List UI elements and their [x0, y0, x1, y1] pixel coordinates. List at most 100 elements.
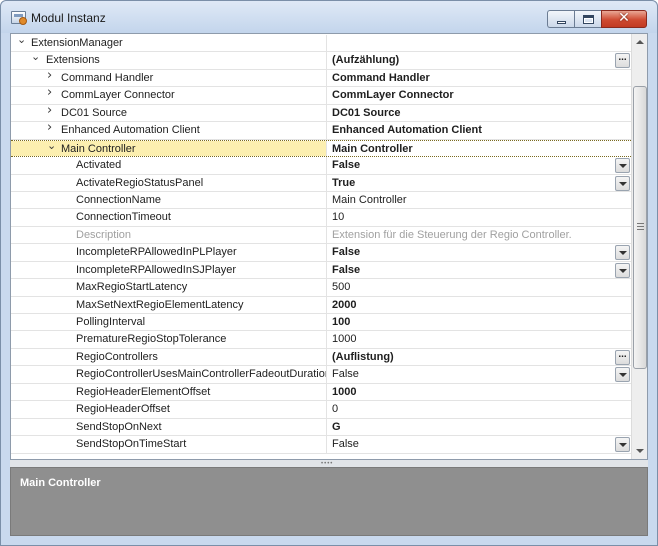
dropdown-arrow-icon[interactable] [615, 245, 630, 261]
property-row[interactable]: RegioControllers (Auflistung)... [11, 348, 631, 367]
property-name-cell[interactable]: Description [11, 226, 327, 244]
dropdown-arrow-icon[interactable] [615, 262, 630, 278]
property-name-cell[interactable]: MaxSetNextRegioElementLatency [11, 296, 327, 313]
property-row[interactable]: › CommLayer Connector CommLayer Connector [11, 87, 631, 105]
property-name-cell[interactable]: ActivateRegioStatusPanel [11, 174, 327, 191]
property-name-cell[interactable]: IncompleteRPAllowedInPLPlayer [11, 244, 327, 261]
scroll-down-arrow-icon[interactable] [632, 442, 647, 459]
property-row[interactable]: › DC01 Source DC01 Source [11, 104, 631, 123]
property-value: Command Handler [332, 71, 430, 84]
property-value-cell[interactable]: (Auflistung)... [328, 349, 631, 365]
property-value-cell[interactable]: False [328, 436, 631, 453]
property-row[interactable]: › Command Handler Command Handler [11, 69, 631, 88]
property-value-cell[interactable]: 500 [328, 279, 631, 295]
property-name-cell[interactable]: ⌄ Extensions [11, 52, 327, 69]
property-name-cell[interactable]: ⌄ ExtensionManager [11, 35, 327, 52]
property-value-cell[interactable]: False [328, 262, 631, 278]
property-value: Extension für die Steuerung der Regio Co… [332, 228, 572, 241]
property-value-cell[interactable]: Extension für die Steuerung der Regio Co… [328, 227, 631, 243]
property-name: Description [76, 228, 132, 241]
property-name-cell[interactable]: ConnectionName [11, 191, 327, 209]
property-value-cell[interactable]: 100 [328, 314, 631, 330]
property-name-cell[interactable]: ⌄ Main Controller [11, 140, 327, 157]
property-row[interactable]: RegioHeaderOffset 0 [11, 401, 631, 419]
property-row[interactable]: ⌄ ExtensionManager [11, 35, 631, 53]
chevron-right-icon[interactable]: › [47, 122, 56, 134]
property-value-cell[interactable]: DC01 Source [328, 105, 631, 121]
property-row[interactable]: ⌄ Extensions (Aufzählung)... [11, 52, 631, 70]
property-value-cell[interactable] [328, 35, 631, 51]
property-row[interactable]: ActivateRegioStatusPanel True [11, 174, 631, 192]
panel-splitter[interactable]: •••• [10, 460, 648, 467]
property-name-cell[interactable]: RegioHeaderElementOffset [11, 383, 327, 401]
property-value-cell[interactable]: G [328, 419, 631, 435]
property-name-cell[interactable]: SendStopOnNext [11, 418, 327, 436]
property-value-cell[interactable]: 10 [328, 209, 631, 225]
chevron-down-icon[interactable]: ⌄ [31, 52, 40, 62]
property-row[interactable]: ConnectionTimeout 10 [11, 209, 631, 227]
property-name-cell[interactable]: PrematureRegioStopTolerance [11, 331, 327, 348]
property-name-cell[interactable]: RegioControllers [11, 348, 327, 366]
property-value-cell[interactable]: Main Controller [328, 192, 631, 208]
property-name-cell[interactable]: SendStopOnTimeStart [11, 436, 327, 453]
property-value-cell[interactable]: (Aufzählung)... [328, 52, 631, 69]
property-row[interactable]: ConnectionName Main Controller [11, 191, 631, 210]
property-row[interactable]: Activated False [11, 157, 631, 175]
property-value-cell[interactable]: 2000 [328, 297, 631, 313]
property-row[interactable]: PrematureRegioStopTolerance 1000 [11, 331, 631, 349]
property-name-cell[interactable]: RegioControllerUsesMainControllerFadeout… [11, 366, 327, 383]
property-row[interactable]: PollingInterval 100 [11, 314, 631, 332]
property-row[interactable]: SendStopOnTimeStart False [11, 436, 631, 454]
property-value-cell[interactable]: Command Handler [328, 70, 631, 86]
property-name-cell[interactable]: › Enhanced Automation Client [11, 122, 327, 139]
property-value-cell[interactable]: CommLayer Connector [328, 87, 631, 103]
property-value-cell[interactable]: 0 [328, 401, 631, 417]
property-value-cell[interactable]: Main Controller [328, 141, 631, 156]
property-row[interactable]: › Enhanced Automation Client Enhanced Auto… [11, 122, 631, 140]
property-row[interactable]: ⌄ Main Controller Main Controller [11, 139, 631, 158]
property-value-cell[interactable]: False [328, 366, 631, 383]
property-name-cell[interactable]: RegioHeaderOffset [11, 401, 327, 418]
chevron-down-icon[interactable]: ⌄ [17, 35, 26, 45]
property-value-cell[interactable]: False [328, 244, 631, 261]
property-value-cell[interactable]: 1000 [328, 384, 631, 400]
dropdown-arrow-icon[interactable] [615, 175, 630, 191]
dropdown-arrow-icon[interactable] [615, 158, 630, 174]
property-name-cell[interactable]: › Command Handler [11, 69, 327, 87]
property-value-cell[interactable]: Enhanced Automation Client [328, 122, 631, 138]
property-row[interactable]: IncompleteRPAllowedInPLPlayer False [11, 244, 631, 262]
minimize-button[interactable] [547, 10, 574, 28]
property-value-cell[interactable]: True [328, 175, 631, 191]
scroll-thumb[interactable] [633, 86, 647, 369]
property-name: Command Handler [61, 71, 154, 84]
dropdown-arrow-icon[interactable] [615, 437, 630, 453]
property-value-cell[interactable]: False [328, 157, 631, 174]
ellipsis-button[interactable]: ... [615, 349, 630, 365]
property-name-cell[interactable]: Activated [11, 157, 327, 174]
property-row[interactable]: MaxRegioStartLatency 500 [11, 279, 631, 297]
property-row[interactable]: MaxSetNextRegioElementLatency 2000 [11, 296, 631, 314]
chevron-right-icon[interactable]: › [47, 70, 56, 82]
ellipsis-button[interactable]: ... [615, 53, 630, 69]
title-bar[interactable]: Modul Instanz ✕ [1, 1, 657, 33]
property-name-cell[interactable]: › CommLayer Connector [11, 87, 327, 104]
property-name-cell[interactable]: ConnectionTimeout [11, 209, 327, 226]
property-value-cell[interactable]: 1000 [328, 331, 631, 347]
property-name-cell[interactable]: PollingInterval [11, 314, 327, 331]
close-button[interactable]: ✕ [601, 10, 647, 28]
property-row[interactable]: RegioControllerUsesMainControllerFadeout… [11, 366, 631, 384]
dropdown-arrow-icon[interactable] [615, 367, 630, 383]
property-name-cell[interactable]: › DC01 Source [11, 104, 327, 122]
chevron-right-icon[interactable]: › [47, 105, 56, 117]
property-row[interactable]: Description Extension für die Steuerung d… [11, 226, 631, 245]
maximize-button[interactable] [574, 10, 601, 28]
vertical-scrollbar[interactable] [631, 34, 647, 459]
scroll-up-arrow-icon[interactable] [632, 34, 647, 51]
property-name-cell[interactable]: IncompleteRPAllowedInSJPlayer [11, 261, 327, 279]
chevron-down-icon[interactable]: ⌄ [47, 141, 56, 151]
property-row[interactable]: SendStopOnNext G [11, 418, 631, 437]
property-name-cell[interactable]: MaxRegioStartLatency [11, 279, 327, 296]
chevron-right-icon[interactable]: › [47, 87, 56, 99]
property-row[interactable]: RegioHeaderElementOffset 1000 [11, 383, 631, 402]
property-row[interactable]: IncompleteRPAllowedInSJPlayer False [11, 261, 631, 280]
